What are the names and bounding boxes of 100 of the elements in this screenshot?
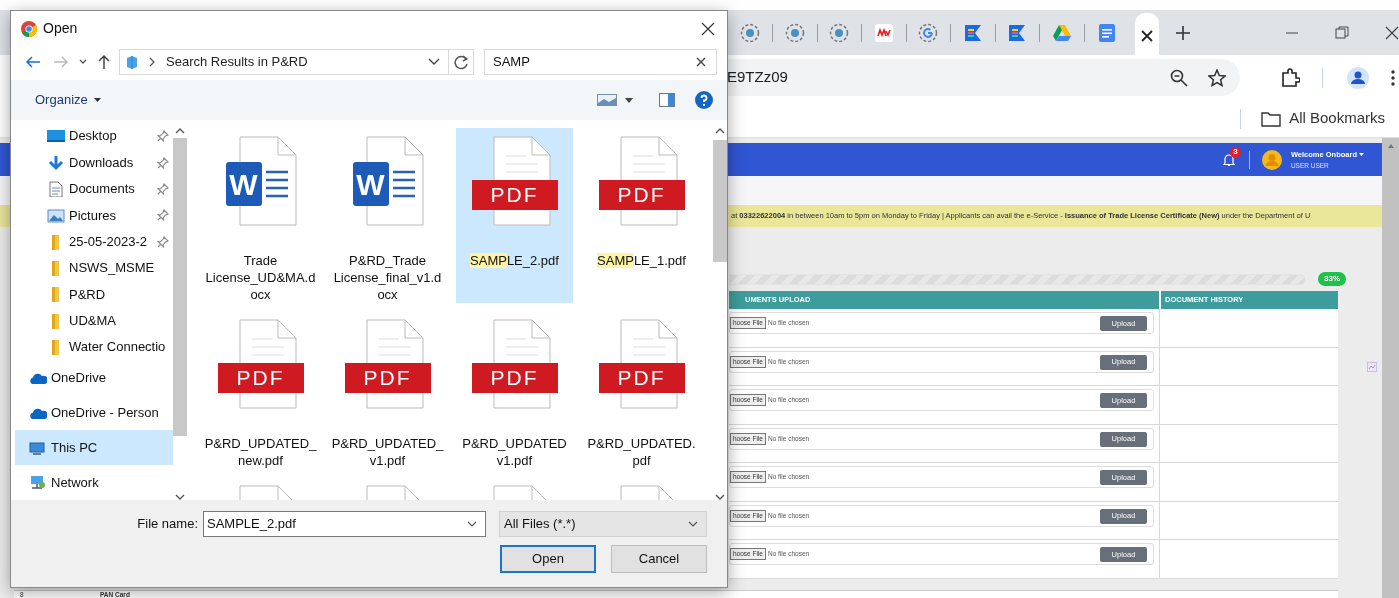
scroll-down-icon[interactable] [715, 494, 725, 500]
dropdown-caret-icon[interactable] [688, 521, 698, 527]
broken-image-icon [1367, 362, 1377, 372]
profile-avatar-icon[interactable] [1347, 66, 1369, 89]
navigation-label: UD&MA [69, 311, 117, 330]
navigation-item[interactable]: Water Connectio [15, 333, 173, 361]
circle-favicon-icon [740, 22, 760, 43]
scroll-up-icon[interactable] [715, 128, 725, 134]
network-icon [29, 474, 47, 491]
caret-icon[interactable] [93, 98, 101, 102]
more-options-icon[interactable] [1391, 69, 1395, 86]
pin-icon [157, 209, 169, 222]
file-name-value: SAMPLE_2.pdf [207, 515, 297, 534]
help-icon[interactable] [695, 91, 713, 109]
browser-tab[interactable] [1134, 13, 1160, 58]
pin-icon [157, 156, 169, 169]
navigation-label: Desktop [69, 127, 118, 146]
file-name: SAMPLE_2.pdf [469, 252, 560, 269]
triangle-favicon-icon [1051, 22, 1072, 43]
dropdown-caret-icon[interactable] [467, 521, 477, 527]
address-path-field[interactable]: Search Results in P&RD [119, 49, 474, 75]
navigation-item[interactable]: OneDrive - Person [15, 395, 173, 431]
navigation-label: 25-05-2023-2 [69, 232, 149, 251]
new-tab-icon[interactable] [1175, 24, 1192, 41]
address-text: E9TZz09 [727, 67, 789, 88]
file-item[interactable]: PDF SAMPLE_2.pdf [456, 128, 573, 303]
file-name: P&RD_UPDATED_new.pdf [203, 435, 318, 469]
user-avatar-icon[interactable] [1261, 149, 1282, 170]
back-arrow-icon[interactable] [25, 55, 41, 69]
cancel-button[interactable]: Cancel [611, 545, 707, 573]
file-item[interactable]: PDF P&RD_UPDATED.pdf [583, 311, 700, 469]
bookmark-folder[interactable]: All Bookmarks [1261, 107, 1385, 130]
up-arrow-icon[interactable] [97, 54, 111, 70]
my-favicon-icon [873, 22, 894, 43]
navigation-item[interactable]: OneDrive [15, 360, 173, 396]
navigation-item[interactable]: Desktop [15, 123, 173, 150]
navigation-item[interactable]: Pictures [15, 202, 173, 229]
preview-pane-icon[interactable] [659, 93, 675, 107]
navigation-item[interactable]: UD&MA [15, 307, 173, 334]
bell-icon[interactable] [1222, 152, 1235, 167]
navigation-label: NSWS_MSME [69, 259, 156, 278]
k-favicon-icon [962, 22, 983, 43]
file-item[interactable]: PDF P&RD_UPDATED_v1.pdf [329, 311, 446, 469]
computer-icon [29, 439, 47, 456]
k-favicon-icon [1007, 22, 1028, 43]
google-favicon-icon [918, 22, 939, 43]
open-button[interactable]: Open [500, 545, 596, 573]
search-text: SAMP [493, 53, 531, 72]
caret-icon[interactable] [1359, 152, 1364, 156]
clear-search-icon[interactable] [696, 57, 706, 67]
navigation-item[interactable]: Downloads [15, 149, 173, 176]
navigation-label: Water Connectio [69, 338, 167, 357]
navigation-label: Network [51, 473, 100, 492]
navigation-item[interactable]: Network [15, 465, 173, 500]
file-item[interactable]: PDF P&RD_UPDATED v1.pdf [456, 311, 573, 469]
file-name-field[interactable]: SAMPLE_2.pdf [203, 511, 486, 537]
close-icon[interactable] [701, 21, 715, 36]
navigation-label: Pictures [69, 206, 117, 225]
bookmark-label: All Bookmarks [1289, 108, 1385, 129]
picture-icon [47, 207, 65, 224]
search-results-icon [126, 55, 138, 69]
pin-icon [157, 130, 169, 143]
file-name: Trade License_UD&MA.docx [204, 252, 317, 303]
navigation-item[interactable]: NSWS_MSME [15, 254, 173, 282]
organize-menu[interactable]: Organize [35, 90, 88, 110]
folder-icon [1261, 110, 1282, 127]
navigation-item[interactable]: 25-05-2023-2 [15, 228, 173, 255]
desktop-icon [47, 128, 65, 145]
navigation-item[interactable]: P&RD [15, 281, 173, 308]
file-name: P&RD_UPDATED_v1.pdf [330, 435, 445, 469]
document-favicon-icon [1096, 22, 1117, 43]
dialog-title: Open [43, 19, 79, 38]
star-icon[interactable] [1208, 68, 1226, 87]
navigation-item[interactable]: Documents [15, 175, 173, 203]
file-type-dropdown[interactable]: All Files (*.*) [499, 511, 707, 537]
dropdown-caret-icon[interactable] [428, 58, 440, 66]
page-scrollbar[interactable] [1382, 138, 1399, 598]
view-options-icon[interactable] [597, 94, 617, 106]
restore-icon[interactable] [1335, 25, 1350, 40]
navigation-label: Downloads [69, 153, 135, 172]
progress-percent: 33% [1318, 272, 1346, 286]
navigation-label: OneDrive - Person [51, 403, 160, 422]
scroll-down-icon[interactable] [175, 494, 185, 500]
close-tab-icon[interactable] [1140, 29, 1153, 42]
navigation-label: Documents [69, 180, 136, 199]
close-window-icon[interactable] [1385, 25, 1399, 40]
search-field[interactable]: SAMP [484, 49, 717, 75]
view-caret-icon[interactable] [625, 97, 633, 103]
file-name: SAMPLE_1.pdf [596, 252, 687, 269]
recent-locations-caret-icon[interactable] [79, 59, 87, 65]
zoom-out-icon[interactable] [1170, 68, 1188, 87]
puzzle-piece-icon[interactable] [1280, 67, 1300, 88]
file-item[interactable]: W P&RD_Trade License_final_v1.docx [329, 128, 446, 303]
field-label: File name: [137, 515, 198, 534]
file-name: P&RD_Trade License_final_v1.docx [332, 252, 443, 303]
file-item[interactable]: W Trade License_UD&MA.docx [202, 128, 319, 303]
navigation-item[interactable]: This PC [15, 430, 173, 465]
file-item[interactable]: PDF P&RD_UPDATED_new.pdf [202, 311, 319, 469]
file-item[interactable]: PDF SAMPLE_1.pdf [583, 128, 700, 303]
scroll-up-icon[interactable] [175, 128, 185, 134]
